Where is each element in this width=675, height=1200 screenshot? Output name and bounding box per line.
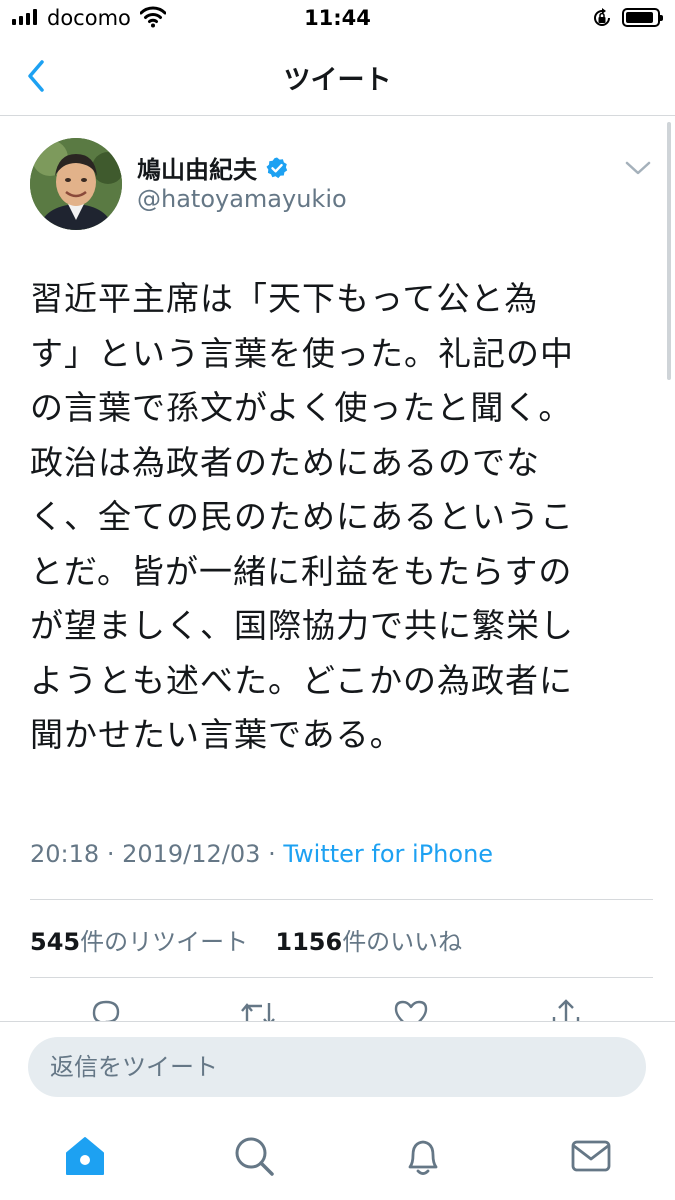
like-count: 1156	[275, 928, 343, 956]
tweet-text-line: の言葉で孫文がよく使ったと聞く。	[30, 388, 573, 427]
share-icon[interactable]	[548, 997, 584, 1021]
battery-level	[626, 12, 653, 23]
retweet-count: 545	[30, 928, 81, 956]
tweet-text-line: ようとも述べた。どこかの為政者に	[30, 660, 574, 700]
like-count-link[interactable]: 1156件のいいね	[275, 928, 462, 956]
rotation-lock-icon	[594, 8, 610, 26]
tab-search[interactable]	[229, 1131, 279, 1181]
divider	[30, 977, 653, 978]
tweet-text-line: 習近平主席は「天下もって公と為	[30, 279, 539, 318]
tweet-source-link[interactable]: Twitter for iPhone	[283, 840, 493, 868]
reply-input[interactable]	[28, 1037, 646, 1097]
tweet-text-line: く、全ての民のためにあるというこ	[30, 497, 574, 536]
status-bar: docomo 11:44	[0, 0, 675, 40]
retweet-icon[interactable]	[238, 997, 278, 1021]
profile-photo	[30, 138, 122, 230]
tab-bar	[0, 1111, 675, 1200]
messages-icon	[571, 1140, 611, 1172]
retweet-label: 件のリツイート	[80, 928, 249, 956]
author-name[interactable]: 鳩山由紀夫	[137, 150, 289, 185]
tab-notifications[interactable]	[398, 1131, 448, 1181]
search-icon	[235, 1137, 274, 1176]
scrollbar[interactable]	[667, 122, 671, 380]
tweet-text: 習近平主席は「天下もって公と為 す」という言葉を使った。礼記の中 の言葉で孫文が…	[30, 272, 640, 763]
tweet-actions	[0, 995, 675, 1021]
author-handle[interactable]: @hatoyamayukio	[137, 185, 347, 213]
tweet-timestamp: 20:18 · 2019/12/03 · Twitter for iPhone	[30, 840, 493, 868]
tweet-stats: 545件のリツイート 1156件のいいね	[30, 922, 462, 957]
page-title: ツイート	[283, 65, 392, 96]
retweet-count-link[interactable]: 545件のリツイート	[30, 928, 248, 956]
tweet-text-line: とだ。皆が一緒に利益をもたらすの	[30, 551, 573, 591]
like-label: 件のいいね	[342, 928, 463, 956]
tweet-text-line: 聞かせたい言葉である。	[30, 715, 404, 754]
home-icon	[66, 1137, 104, 1175]
chevron-down-icon[interactable]	[624, 160, 652, 176]
reply-icon[interactable]	[88, 997, 124, 1021]
meta-separator: ·	[268, 840, 276, 868]
tweet-time: 20:18	[30, 840, 100, 868]
tab-messages[interactable]	[566, 1131, 616, 1181]
status-time: 11:44	[304, 6, 371, 30]
reply-bar	[0, 1021, 675, 1112]
divider	[30, 899, 653, 900]
navigation-bar: ツイート	[0, 40, 675, 116]
tweet-text-line: が望ましく、国際協力で共に繁栄し	[30, 606, 574, 645]
avatar[interactable]	[30, 138, 122, 230]
tweet-text-line: 政治は為政者のためにあるのでな	[30, 442, 540, 482]
tweet-text-line: す」という言葉を使った。礼記の中	[30, 333, 574, 373]
battery-icon	[622, 8, 663, 27]
tab-home[interactable]	[60, 1131, 110, 1181]
verified-badge-icon	[266, 157, 288, 178]
meta-separator: ·	[106, 840, 115, 868]
notifications-icon	[408, 1140, 438, 1175]
author-name-text: 鳩山由紀夫	[137, 156, 257, 184]
tweet-date: 2019/12/03	[122, 840, 261, 868]
like-icon[interactable]	[393, 997, 429, 1021]
